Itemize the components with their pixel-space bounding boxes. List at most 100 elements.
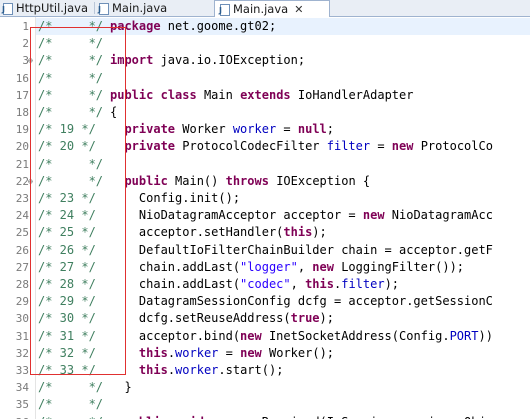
code-text: public class Main extends IoHandlerAdapt… <box>110 87 413 104</box>
code-line[interactable]: 22 ⊖/* */ public Main() throws IOExceptio… <box>0 173 530 190</box>
field-token: filter <box>326 139 371 154</box>
code-line[interactable]: 24 /* 24 */ NioDatagramAcceptor acceptor … <box>0 207 530 224</box>
line-number: 25 <box>15 226 29 240</box>
code-line[interactable]: 36⊖/* */ public void messageReceived(IoS… <box>0 414 530 419</box>
code-line[interactable]: 27 /* 27 */ chain.addLast("logger", new L… <box>0 259 530 276</box>
code-token: Main() <box>167 173 226 188</box>
code-line[interactable]: 28 /* 28 */ chain.addLast("codec", this.f… <box>0 276 530 293</box>
code-token: = <box>276 122 298 137</box>
code-text: acceptor.bind(new InetSocketAddress(Conf… <box>110 328 493 345</box>
code-line[interactable]: 16 /* */ <box>0 70 530 87</box>
code-token: = <box>370 139 392 154</box>
line-number: 16 <box>15 71 29 85</box>
code-line[interactable]: 21 /* */ <box>0 156 530 173</box>
code-text: import java.io.IOException; <box>110 52 305 69</box>
line-comment-prefix: /* */ <box>38 87 104 102</box>
line-comment-prefix: /* */ <box>38 380 104 395</box>
line-number: 27 <box>15 260 29 274</box>
keyword-token: this <box>138 345 168 360</box>
code-token: . <box>167 363 176 377</box>
code-token: ); <box>384 277 400 291</box>
line-number: 26 <box>15 243 29 257</box>
code-text: private ProtocolCodecFilter filter = new… <box>110 138 493 155</box>
code-line[interactable]: 18 /* */ { <box>0 104 530 121</box>
code-token: ; <box>326 122 335 137</box>
code-line[interactable]: 35 /* */ <box>0 396 530 413</box>
code-token: IoHandlerAdapter <box>290 87 414 102</box>
line-comment-prefix: /* 20 */ <box>38 139 96 154</box>
code-token: DatagramSessionConfig dcfg = acceptor.ge… <box>110 294 493 309</box>
code-line[interactable]: 23 /* 23 */ Config.init(); <box>0 190 530 207</box>
field-token: worker <box>175 363 219 377</box>
collapse-fold-icon[interactable]: ⊖ <box>28 414 36 419</box>
tab-main-java-active[interactable]: J Main.java ✕ <box>214 0 330 17</box>
code-line[interactable]: 1 /* */ package net.goome.gt02; <box>0 18 530 35</box>
code-line[interactable]: 3 ⊕/* */ import java.io.IOException; <box>0 52 530 69</box>
line-number: 3 <box>22 54 29 68</box>
code-line[interactable]: 2 /* */ <box>0 35 530 52</box>
code-token: InetSocketAddress(Config. <box>261 328 450 343</box>
java-file-icon: J <box>219 3 230 16</box>
tab-label: Main.java <box>112 1 168 15</box>
code-line[interactable]: 17 /* */ public class Main extends IoHandl… <box>0 87 530 104</box>
line-number: 22 <box>15 174 29 188</box>
code-line[interactable]: 31 /* 31 */ acceptor.bind(new InetSocketA… <box>0 328 530 345</box>
code-line[interactable]: 25 /* 25 */ acceptor.setHandler(this); <box>0 224 530 241</box>
code-line[interactable]: 30 /* 30 */ dcfg.setReuseAddress(true); <box>0 310 530 327</box>
keyword-token: private <box>124 139 176 154</box>
code-text: DefaultIoFilterChainBuilder chain = acce… <box>110 242 493 259</box>
keyword-token: null <box>297 122 327 137</box>
line-number: 24 <box>15 209 29 223</box>
code-editor[interactable]: 1/* */package net.goome.gt02; 2/* */3 ⊕/* … <box>0 17 530 419</box>
line-comment-prefix: /* 33 */ <box>38 363 96 377</box>
code-token: Main <box>196 87 241 102</box>
line-number: 31 <box>15 329 29 343</box>
java-file-icon: J <box>98 2 109 15</box>
expand-fold-icon[interactable]: ⊕ <box>28 52 36 69</box>
keyword-token: this <box>283 225 313 240</box>
keyword-token: public <box>124 173 168 188</box>
line-comment-prefix: /* 19 */ <box>38 122 96 137</box>
code-token: NioDatagramAcc <box>384 208 493 223</box>
line-comment-prefix: /* */ <box>38 397 104 412</box>
code-token: java.io.IOException; <box>153 53 306 68</box>
line-number: 36 <box>0 414 29 419</box>
close-tab-icon[interactable]: ✕ <box>294 3 303 16</box>
code-token: LoggingFilter()); <box>333 259 465 274</box>
keyword-token: class <box>160 87 197 102</box>
code-text: chain.addLast("logger", new LoggingFilte… <box>110 259 464 276</box>
code-line[interactable]: 20 /* 20 */ private ProtocolCodecFilter f… <box>0 138 530 155</box>
code-text: NioDatagramAcceptor acceptor = new NioDa… <box>110 207 493 224</box>
keyword-token: package <box>110 19 161 33</box>
code-line[interactable]: 34 /* */ } <box>0 379 530 396</box>
code-token: Config.init(); <box>110 191 241 205</box>
line-number: 2 <box>22 37 29 51</box>
tab-httputil[interactable]: J HttpUtil.java <box>2 0 90 16</box>
keyword-token: public <box>110 87 154 102</box>
code-line[interactable]: 26 /* 26 */ DefaultIoFilterChainBuilder c… <box>0 242 530 259</box>
code-line[interactable]: 19 /* 19 */ private Worker worker = null; <box>0 121 530 138</box>
code-line[interactable]: 32 /* 32 */ this.worker = new Worker(); <box>0 345 530 362</box>
tab-main-java[interactable]: J Main.java <box>98 0 203 16</box>
code-token: . <box>167 345 176 360</box>
code-text: { <box>110 104 117 121</box>
keyword-token: public <box>124 415 167 419</box>
code-line[interactable]: 33 /* 33 */ this.worker.start(); <box>0 362 530 379</box>
line-number: 34 <box>15 381 29 395</box>
keyword-token: this <box>138 363 168 377</box>
line-number: 32 <box>15 346 29 360</box>
code-text: this.worker = new Worker(); <box>110 345 334 362</box>
tab-label: Main.java <box>233 2 289 16</box>
keyword-token: new <box>391 139 414 154</box>
line-comment-prefix: /* 30 */ <box>38 311 96 326</box>
string-token: "codec" <box>240 277 291 291</box>
line-number: 33 <box>15 364 29 377</box>
field-token: filter <box>341 277 385 291</box>
collapse-fold-icon[interactable]: ⊖ <box>28 173 36 190</box>
code-line[interactable]: 29 /* 29 */ DatagramSessionConfig dcfg = … <box>0 293 530 310</box>
line-number: 18 <box>15 106 29 119</box>
